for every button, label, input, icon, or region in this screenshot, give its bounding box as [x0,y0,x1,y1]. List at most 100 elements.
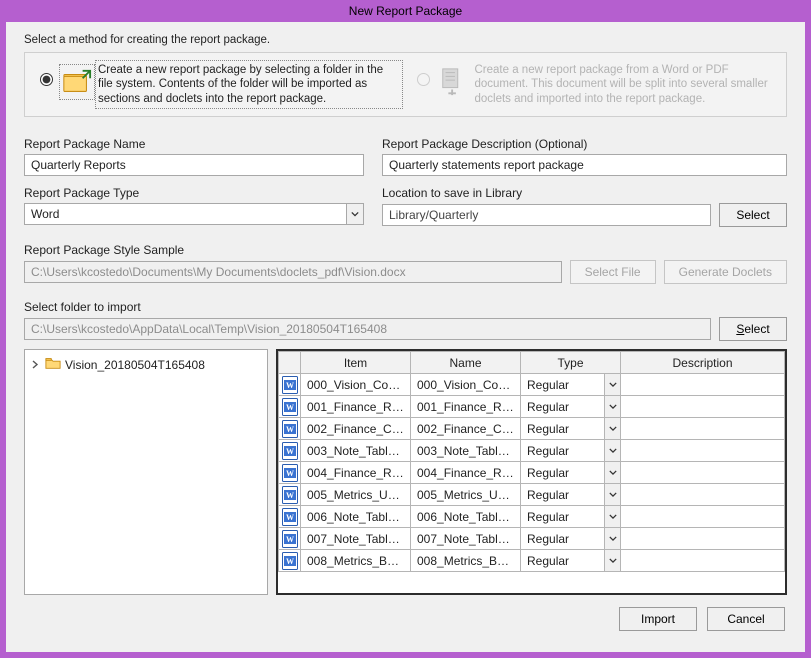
cell-item[interactable]: 001_Finance_Re... [301,396,411,418]
folder-tree[interactable]: Vision_20180504T165408 [24,349,268,595]
input-package-name[interactable] [24,154,364,176]
cell-type[interactable]: Regular [521,484,621,506]
grid-header-type[interactable]: Type [521,352,621,374]
cell-type[interactable]: Regular [521,506,621,528]
cell-item[interactable]: 005_Metrics_Unit... [301,484,411,506]
cell-name[interactable]: 008_Metrics_Bac... [411,550,521,572]
folder-icon [45,356,61,373]
tree-collapse-icon[interactable] [31,360,41,370]
word-doc-icon: W [279,396,301,418]
cell-name[interactable]: 002_Finance_Co... [411,418,521,440]
table-row[interactable]: W004_Finance_Re...004_Finance_Re...Regul… [279,462,785,484]
chevron-down-icon[interactable] [604,418,620,439]
cell-type[interactable]: Regular [521,462,621,484]
dialog-content: Select a method for creating the report … [6,22,805,652]
label-package-description: Report Package Description (Optional) [382,137,787,151]
chevron-down-icon[interactable] [604,528,620,549]
select-package-type-value[interactable] [24,203,346,225]
title-bar[interactable]: New Report Package [6,4,805,22]
cell-description[interactable] [621,506,785,528]
select-folder-button[interactable]: Select [719,317,787,341]
doclet-grid[interactable]: Item Name Type Description W000_Vision_C… [276,349,787,595]
window-title: New Report Package [349,4,462,18]
chevron-down-icon[interactable] [346,203,364,225]
method-from-folder[interactable]: Create a new report package by selecting… [33,61,402,108]
method-from-document-radio[interactable] [417,73,430,86]
grid-header-item[interactable]: Item [301,352,411,374]
cell-name[interactable]: 000_Vision_Corp... [411,374,521,396]
table-row[interactable]: W 003_Note_Table...003_Note_Table_1Regula… [279,440,785,462]
label-location: Location to save in Library [382,186,787,200]
cell-item[interactable]: 000_Vision_Corp... [301,374,411,396]
cell-description[interactable] [621,484,785,506]
cell-description[interactable] [621,440,785,462]
dialog-window: New Report Package Select a method for c… [0,0,811,658]
cell-type[interactable]: Regular [521,418,621,440]
cell-item[interactable]: 008_Metrics_Bac... [301,550,411,572]
cell-name[interactable]: 006_Note_Table... [411,506,521,528]
svg-text:W: W [286,447,294,456]
folder-browser: Vision_20180504T165408 Item [24,349,787,595]
document-split-icon [439,67,469,97]
chevron-down-icon[interactable] [604,550,620,571]
cell-item[interactable]: 003_Note_Table... [301,440,411,462]
select-package-type[interactable] [24,203,364,225]
chevron-down-icon[interactable] [604,374,620,395]
table-row[interactable]: W006_Note_Table...006_Note_Table...Regul… [279,506,785,528]
import-button[interactable]: Import [619,607,697,631]
method-from-document[interactable]: Create a new report package from a Word … [410,61,779,108]
cell-description[interactable] [621,418,785,440]
word-doc-icon: W [279,418,301,440]
chevron-down-icon[interactable] [604,484,620,505]
cell-type[interactable]: Regular [521,440,621,462]
cancel-button[interactable]: Cancel [707,607,785,631]
cell-item[interactable]: 007_Note_Table... [301,528,411,550]
chevron-down-icon[interactable] [604,506,620,527]
chevron-down-icon[interactable] [604,440,620,461]
input-package-description[interactable] [382,154,787,176]
cell-name[interactable]: 007_Note_Table_1 [411,528,521,550]
tree-root-node[interactable]: Vision_20180504T165408 [31,354,261,375]
fields-row-2: Report Package Type Location to save in … [24,180,787,227]
table-row[interactable]: W001_Finance_Re...001_Finance_Re...Regul… [279,396,785,418]
label-package-name: Report Package Name [24,137,364,151]
word-doc-icon: W [279,506,301,528]
table-row[interactable]: W002_Finance_Co...002_Finance_Co...Regul… [279,418,785,440]
table-row[interactable]: W008_Metrics_Bac...008_Metrics_Bac...Reg… [279,550,785,572]
chevron-down-icon[interactable] [604,396,620,417]
cell-item[interactable]: 002_Finance_Co... [301,418,411,440]
svg-text:W: W [286,381,294,390]
method-from-document-desc: Create a new report package from a Word … [475,63,777,106]
method-from-folder-desc: Create a new report package by selecting… [98,63,400,106]
cell-item[interactable]: 004_Finance_Re... [301,462,411,484]
cell-type[interactable]: Regular [521,374,621,396]
cell-type[interactable]: Regular [521,396,621,418]
cell-name[interactable]: 004_Finance_Re... [411,462,521,484]
cell-name[interactable]: 001_Finance_Re... [411,396,521,418]
style-sample-section: Report Package Style Sample Select File … [24,237,787,284]
instruction-label: Select a method for creating the report … [24,32,787,52]
import-folder-section: Select folder to import Select [24,294,787,341]
cell-description[interactable] [621,550,785,572]
cell-description[interactable] [621,374,785,396]
cell-description[interactable] [621,462,785,484]
cell-type[interactable]: Regular [521,550,621,572]
cell-name[interactable]: 005_Metrics_Unit... [411,484,521,506]
cell-item[interactable]: 006_Note_Table... [301,506,411,528]
cell-description[interactable] [621,528,785,550]
table-row[interactable]: W007_Note_Table...007_Note_Table_1Regula… [279,528,785,550]
chevron-down-icon[interactable] [604,462,620,483]
cell-name[interactable]: 003_Note_Table_1 [411,440,521,462]
table-row[interactable]: W005_Metrics_Unit...005_Metrics_Unit...R… [279,484,785,506]
dialog-footer: Import Cancel [24,605,787,633]
cell-type[interactable]: Regular [521,528,621,550]
grid-header-description[interactable]: Description [621,352,785,374]
method-from-folder-radio[interactable] [40,73,53,86]
folder-import-icon [62,67,92,97]
select-location-button[interactable]: Select [719,203,787,227]
input-location[interactable] [382,204,711,226]
table-row[interactable]: W000_Vision_Corp...000_Vision_Corp...Reg… [279,374,785,396]
cell-description[interactable] [621,396,785,418]
grid-header-name[interactable]: Name [411,352,521,374]
svg-text:W: W [286,557,294,566]
